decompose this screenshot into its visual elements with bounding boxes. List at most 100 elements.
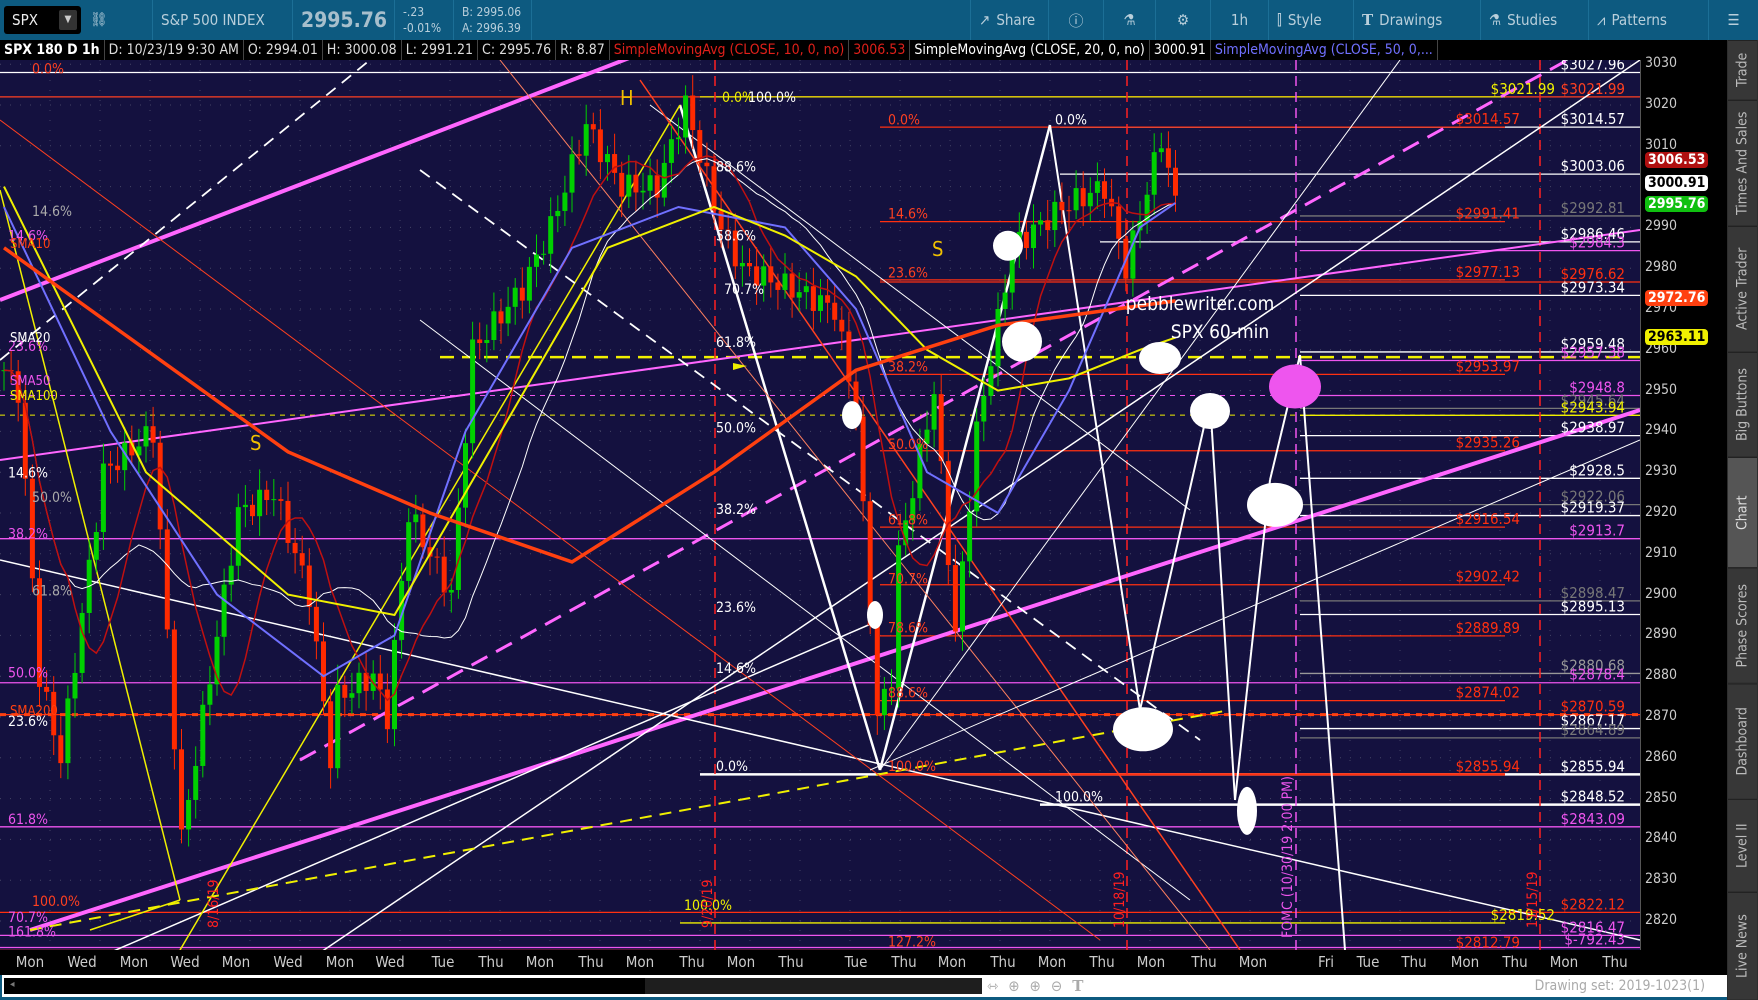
price-level-label: $2822.12 xyxy=(1561,895,1625,913)
gear-icon: ⚙ xyxy=(1176,11,1190,29)
candle-body xyxy=(1151,152,1157,195)
crosshair-icon[interactable]: ⊕ xyxy=(1008,977,1019,995)
study-sma50[interactable]: SimpleMovingAvg (CLOSE, 50, 0,... xyxy=(1211,40,1438,60)
price-level-label: $-792.43 xyxy=(1564,931,1625,949)
price-tick: 3010 xyxy=(1645,136,1678,153)
symbol-selector[interactable]: SPX ▼ xyxy=(4,6,81,34)
timeframe-button[interactable]: 1h xyxy=(1210,0,1268,40)
time-tick: Thu xyxy=(891,953,917,971)
price-level-label: $2812.79 xyxy=(1456,933,1520,950)
style-button[interactable]: ⫿ Style xyxy=(1268,0,1330,40)
pan-icon[interactable]: ⇿ xyxy=(987,977,998,995)
candle-body xyxy=(952,565,958,632)
candle-body xyxy=(562,192,568,211)
date-label: 10/18/19 xyxy=(1112,871,1128,928)
candle-body xyxy=(413,514,419,523)
candle-body xyxy=(278,499,284,501)
scroll-left-icon[interactable]: ◂ xyxy=(10,979,15,990)
candle-body xyxy=(647,175,653,191)
candle-body xyxy=(1116,206,1122,239)
candle-body xyxy=(448,589,454,593)
sidebar-tab-phase-scores[interactable]: Phase Scores xyxy=(1728,568,1757,683)
candle-body xyxy=(1080,188,1086,207)
study-sma20[interactable]: SimpleMovingAvg (CLOSE, 20, 0, no) xyxy=(910,40,1150,60)
settings-button[interactable]: ⚙ xyxy=(1155,0,1210,40)
sidebar-tab-active-trader[interactable]: Active Trader xyxy=(1728,226,1757,351)
share-button[interactable]: ↗ Share xyxy=(970,0,1043,40)
candle-body xyxy=(605,154,610,163)
text-tool-icon[interactable]: T xyxy=(1072,977,1083,995)
link-icon[interactable]: ⛓ xyxy=(86,0,112,40)
share-icon: ↗ xyxy=(979,11,991,29)
time-tick: Mon xyxy=(221,953,251,971)
chart-canvas[interactable]: $3027.96 $3021.99 $3021.99 $3014.57 $3014.57… xyxy=(0,0,1641,1000)
patterns-button[interactable]: ⩘ Patterns xyxy=(1588,0,1675,40)
pattern-label-head: H xyxy=(620,86,634,110)
scrollbar-thumb[interactable] xyxy=(645,978,982,994)
time-tick: Thu xyxy=(1191,953,1217,971)
sidebar-tab-chart[interactable]: Chart xyxy=(1728,457,1757,567)
pattern-label-shoulder: S xyxy=(932,237,943,261)
time-tick: Thu xyxy=(1602,953,1628,971)
time-axis[interactable]: Mon Wed Mon Wed Mon Wed Mon Wed Tue Thu Mon Thu Mon T… xyxy=(0,950,1640,975)
zoom-out-icon[interactable]: ⊖ xyxy=(1051,977,1062,995)
menu-button[interactable]: ☰ xyxy=(1708,0,1758,40)
price-level-label: $2992.81 xyxy=(1561,199,1625,217)
candle-body xyxy=(200,704,206,766)
candle-body xyxy=(93,532,99,560)
fib-level-label: 0.0% xyxy=(1055,112,1087,128)
candle-body xyxy=(498,311,504,324)
symbol-value: SPX xyxy=(12,11,38,29)
flask-icon: ⚗ xyxy=(1123,11,1136,29)
text-tool-icon: T xyxy=(1362,11,1374,29)
candle-body xyxy=(519,287,525,301)
time-tick: Mon xyxy=(325,953,355,971)
candle-body xyxy=(860,416,866,502)
candle-body xyxy=(960,561,965,632)
info-button[interactable]: ⓘ xyxy=(1048,0,1103,40)
sidebar-tab-big-buttons[interactable]: Big Buttons xyxy=(1728,352,1757,456)
sidebar-tab-live-news[interactable]: Live News xyxy=(1728,892,1757,999)
date-label: 11/15/19 xyxy=(1525,871,1541,928)
candle-body xyxy=(171,629,177,750)
candle-body xyxy=(321,641,326,702)
fib-level-label: 100.0% xyxy=(888,759,936,775)
candle-body xyxy=(967,511,973,562)
studies-button[interactable]: ⚗ Studies xyxy=(1480,0,1565,40)
candle-body xyxy=(356,672,362,694)
sma50-line xyxy=(3,202,1177,678)
sidebar-tab-level-ii[interactable]: Level II xyxy=(1728,799,1757,891)
date-label: 9/20/19 xyxy=(700,879,716,928)
sidebar-tab-dashboard[interactable]: Dashboard xyxy=(1728,683,1757,798)
candle-body xyxy=(406,522,412,581)
sidebar-tab-times-and-sales[interactable]: Times And Sales xyxy=(1728,100,1757,225)
candle-body xyxy=(818,295,823,311)
price-level-label: $2902.42 xyxy=(1456,568,1520,586)
fib-level-label: 50.0% xyxy=(716,420,756,436)
price-tick: 2990 xyxy=(1645,218,1678,235)
drawing-set[interactable]: Drawing set: 2019-1023(1) xyxy=(1535,978,1705,994)
candle-body xyxy=(512,287,518,307)
time-tick: Mon xyxy=(525,953,555,971)
fib-level-label: 50.0% xyxy=(32,490,72,506)
candle-body xyxy=(463,443,468,508)
chevron-down-icon[interactable]: ▼ xyxy=(59,10,77,30)
drawings-button[interactable]: T Drawings xyxy=(1353,0,1450,40)
candle-body xyxy=(690,95,696,131)
price-level-label: $3014.57 xyxy=(1456,110,1520,128)
price-tick: 2850 xyxy=(1645,789,1678,806)
candle-body xyxy=(590,124,596,130)
fib-level-label: 38.2% xyxy=(8,527,48,543)
patterns-label: Patterns xyxy=(1611,11,1667,29)
bid-ask: B: 2995.06 A: 2996.39 xyxy=(453,0,533,40)
instrument-name-label: S&P 500 INDEX xyxy=(161,11,265,29)
fib-level-label: 100.0% xyxy=(1055,790,1103,806)
price-axis[interactable]: 3030302030103000299029802970296029502940… xyxy=(1640,55,1727,950)
candle-body xyxy=(569,154,575,193)
flask-button[interactable]: ⚗ xyxy=(1103,0,1155,40)
sidebar-tab-trade[interactable]: Trade xyxy=(1728,40,1757,99)
price-chart[interactable]: $3027.96 $3021.99 $3021.99 $3014.57 $3014.57… xyxy=(0,0,1641,1000)
zoom-in-icon[interactable]: ⊕ xyxy=(1030,977,1041,995)
study-sma10[interactable]: SimpleMovingAvg (CLOSE, 10, 0, no) xyxy=(610,40,850,60)
candle-body xyxy=(1002,292,1008,310)
